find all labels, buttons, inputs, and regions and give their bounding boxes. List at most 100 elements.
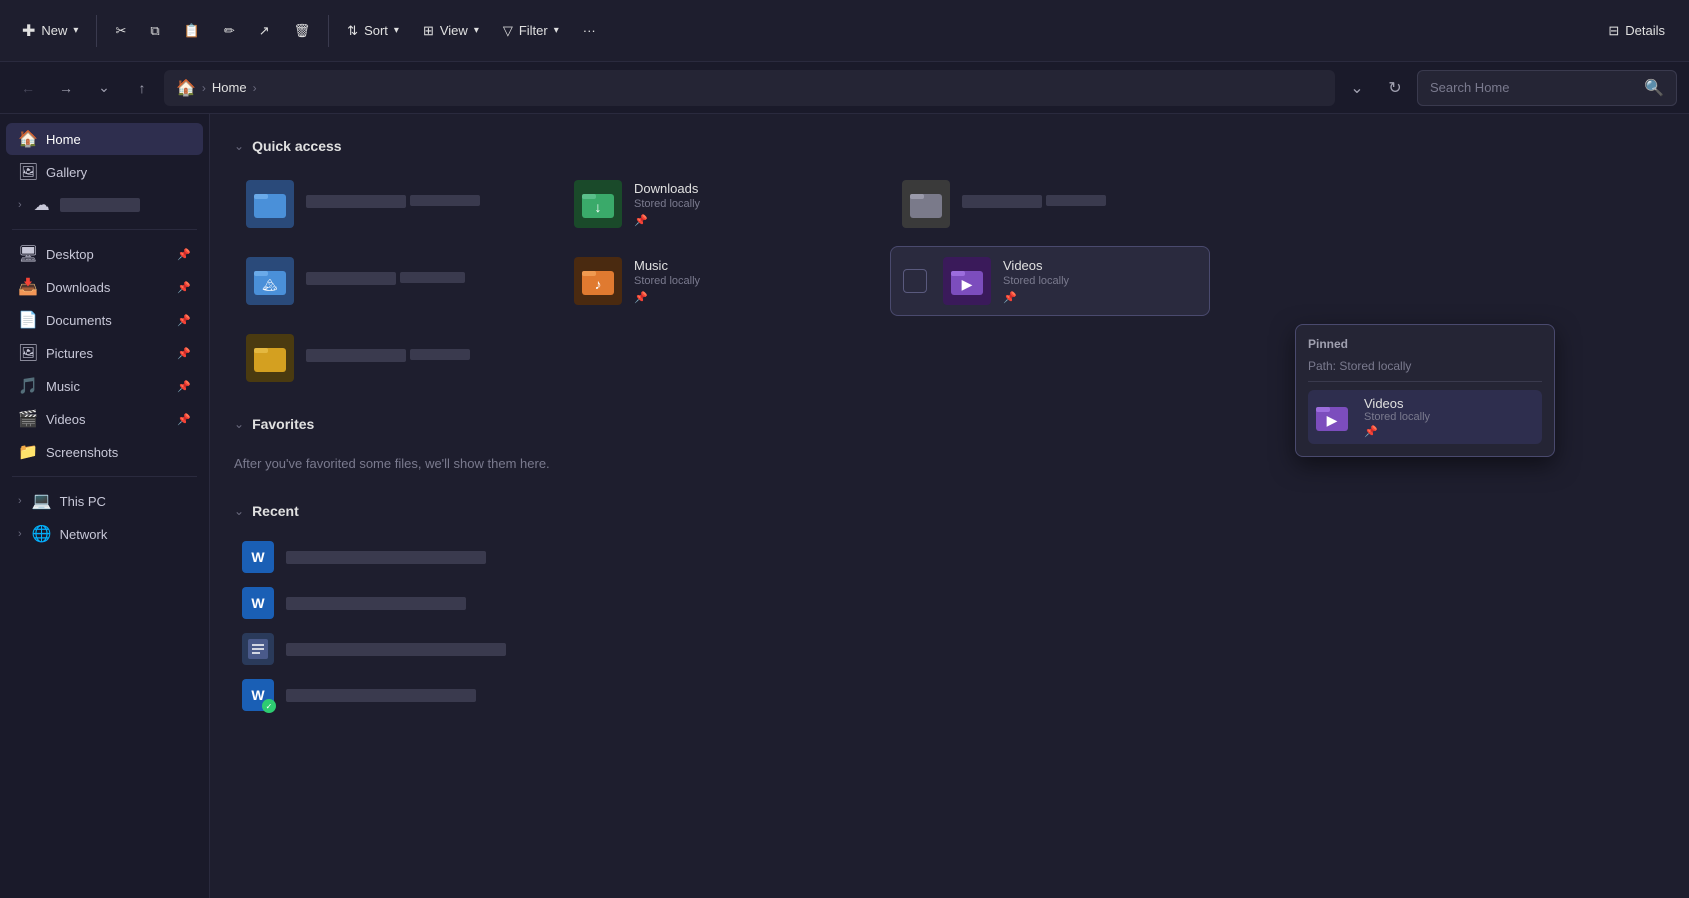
recent-collapse-icon[interactable]: ⌄ (234, 504, 244, 518)
folder-item-music[interactable]: ♪ Music Stored locally 📌 (562, 246, 882, 316)
folder-item-2[interactable]: 🏔 (234, 246, 554, 316)
search-bar: 🔍 (1417, 70, 1677, 106)
sidebar-item-videos[interactable]: 🎬 Videos 📌 (6, 403, 203, 435)
filter-chevron-icon: ▾ (554, 25, 559, 36)
sidebar-item-documents[interactable]: 📄 Documents 📌 (6, 304, 203, 336)
folder-item-downloads[interactable]: ↓ Downloads Stored locally 📌 (562, 170, 882, 238)
filter-button[interactable]: ▽ Filter ▾ (493, 17, 569, 45)
recent-item-4-icon-wrap: W ✓ (242, 679, 274, 711)
sidebar-item-this-pc[interactable]: › 💻 This PC (6, 485, 203, 517)
sidebar-item-gallery[interactable]: 🖼 Gallery (6, 156, 203, 188)
folder-icon-3 (246, 334, 294, 382)
downloads-pin-icon: 📌 (177, 281, 191, 294)
sidebar-item-downloads[interactable]: 📥 Downloads 📌 (6, 271, 203, 303)
forward-button[interactable]: → (50, 72, 82, 104)
view-button[interactable]: ⊞ View ▾ (413, 17, 489, 45)
recent-item-2[interactable]: W (234, 581, 1665, 625)
svg-text:♪: ♪ (595, 276, 602, 292)
main-area: 🏠 Home 🖼 Gallery › ☁ 🖥 Desktop 📌 📥 Downl… (0, 114, 1689, 898)
thispc-expand-icon: › (18, 495, 22, 507)
sidebar-item-home[interactable]: 🏠 Home (6, 123, 203, 155)
music-folder-icon: ♪ (574, 257, 622, 305)
rename-button[interactable]: ✏ (214, 17, 245, 45)
share-icon: ↗ (259, 23, 270, 39)
search-input[interactable] (1430, 80, 1636, 95)
rename-icon: ✏ (224, 23, 235, 39)
recent-item-4[interactable]: W ✓ (234, 673, 1665, 717)
toolbar: ✚ New ▾ ✂ ⧉ 📋 ✏ ↗ 🗑 ⇅ Sort ▾ ⊞ View ▾ ▽ … (0, 0, 1689, 62)
videos-checkbox[interactable] (903, 269, 927, 293)
videos-folder-sub: Stored locally (1003, 275, 1197, 287)
videos-folder-pin: 📌 (1003, 291, 1197, 304)
sort-button[interactable]: ⇅ Sort ▾ (337, 17, 409, 45)
tooltip-folder-info: Videos Stored locally 📌 (1364, 396, 1430, 438)
sidebar-item-onedrive[interactable]: › ☁ (6, 189, 203, 221)
recent-item-1[interactable]: W (234, 535, 1665, 579)
sidebar-gallery-label: Gallery (46, 165, 87, 180)
folder-item-1[interactable] (234, 170, 554, 238)
desktop-sidebar-icon: 🖥 (18, 244, 38, 264)
videos-sidebar-icon: 🎬 (18, 409, 38, 429)
videos-pin-icon: 📌 (177, 413, 191, 426)
refresh-button[interactable]: ↻ (1379, 72, 1411, 104)
other-icon-3 (242, 633, 274, 665)
up-button[interactable]: ↑ (126, 72, 158, 104)
details-button[interactable]: ⊟ Details (1596, 17, 1677, 45)
sidebar-downloads-label: Downloads (46, 280, 110, 295)
svg-text:▶: ▶ (1327, 412, 1338, 428)
paste-icon: 📋 (184, 23, 200, 39)
sidebar-item-desktop[interactable]: 🖥 Desktop 📌 (6, 238, 203, 270)
sync-status-icon: ✓ (262, 699, 276, 713)
music-folder-sub: Stored locally (634, 275, 870, 287)
tooltip-folder-sub: Stored locally (1364, 411, 1430, 423)
paste-button[interactable]: 📋 (174, 17, 210, 45)
svg-text:▶: ▶ (962, 276, 973, 292)
tooltip-path: Path: Stored locally (1308, 359, 1542, 373)
documents-folder-info (962, 195, 1198, 213)
tooltip-item[interactable]: ▶ Videos Stored locally 📌 (1308, 390, 1542, 444)
cut-button[interactable]: ✂ (105, 17, 136, 45)
navbar: ← → ⌄ ↑ 🏠 › Home › ⌄ ↻ 🔍 (0, 62, 1689, 114)
recent-header: ⌄ Recent (234, 503, 1665, 519)
pictures-pin-icon: 📌 (177, 347, 191, 360)
quick-access-collapse-icon[interactable]: ⌄ (234, 139, 244, 153)
copy-button[interactable]: ⧉ (140, 17, 169, 45)
recent-locations-button[interactable]: ⌄ (88, 72, 120, 104)
sidebar-item-screenshots[interactable]: 📁 Screenshots (6, 436, 203, 468)
desktop-pin-icon: 📌 (177, 248, 191, 261)
new-chevron-icon: ▾ (73, 25, 78, 36)
more-button[interactable]: ··· (573, 17, 606, 44)
sidebar-item-network[interactable]: › 🌐 Network (6, 518, 203, 550)
new-button[interactable]: ✚ New ▾ (12, 15, 88, 47)
sidebar-item-pictures[interactable]: 🖼 Pictures 📌 (6, 337, 203, 369)
tooltip-container: Pinned Path: Stored locally ▶ Videos Sto… (1295, 324, 1555, 457)
dropdown-button[interactable]: ⌄ (1341, 72, 1373, 104)
breadcrumb-home-label[interactable]: Home (212, 80, 247, 95)
word-icon-2: W (242, 587, 274, 619)
search-icon: 🔍 (1644, 78, 1664, 98)
folder-item-documents[interactable] (890, 170, 1210, 238)
downloads-folder-name: Downloads (634, 181, 870, 196)
breadcrumb-home[interactable]: 🏠 (176, 78, 196, 98)
favorites-collapse-icon[interactable]: ⌄ (234, 417, 244, 431)
view-icon: ⊞ (423, 23, 434, 39)
recent-section: ⌄ Recent W W (234, 503, 1665, 717)
recent-item-3[interactable] (234, 627, 1665, 671)
folder-info-3 (306, 349, 542, 367)
back-button[interactable]: ← (12, 72, 44, 104)
separator-2 (328, 15, 329, 47)
music-folder-name: Music (634, 258, 870, 273)
gallery-sidebar-icon: 🖼 (18, 162, 38, 182)
folder-item-videos[interactable]: ▶ Videos Stored locally 📌 (890, 246, 1210, 316)
sidebar-item-music[interactable]: 🎵 Music 📌 (6, 370, 203, 402)
delete-button[interactable]: 🗑 (284, 17, 321, 45)
onedrive-expand-icon: › (18, 199, 22, 211)
content-area: ⌄ Quick access ↓ Downloads (210, 114, 1689, 898)
downloads-folder-icon: ↓ (574, 180, 622, 228)
favorites-title: Favorites (252, 416, 314, 432)
folder-icon-2: 🏔 (246, 257, 294, 305)
folder-item-3[interactable] (234, 324, 554, 392)
cut-icon: ✂ (115, 23, 126, 39)
share-button[interactable]: ↗ (249, 17, 280, 45)
copy-icon: ⧉ (150, 23, 159, 39)
